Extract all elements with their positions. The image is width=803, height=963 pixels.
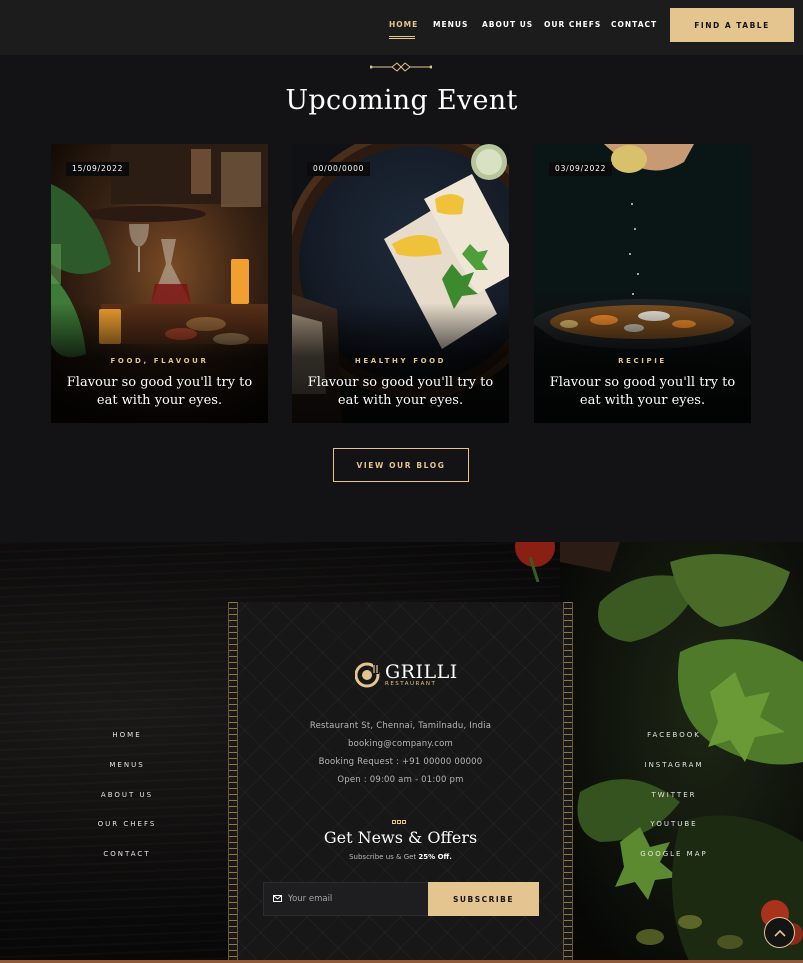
- event-date-badge: 00/00/0000: [307, 162, 371, 176]
- find-a-table-button[interactable]: FIND A TABLE: [670, 8, 794, 42]
- nav-our-chefs[interactable]: OUR CHEFS: [544, 20, 601, 29]
- view-our-blog-button[interactable]: VIEW OUR BLOG: [333, 448, 469, 482]
- subscribe-button[interactable]: SUBSCRIBE: [428, 882, 539, 916]
- footer-contact-panel: GRILLI RESTAURANT Restaurant St, Chennai…: [228, 602, 573, 963]
- brand-logo[interactable]: GRILLI RESTAURANT: [355, 660, 457, 690]
- footer-link-google-map[interactable]: GOOGLE MAP: [640, 850, 707, 858]
- mail-icon: [273, 895, 282, 902]
- footer-link-our-chefs[interactable]: OUR CHEFS: [98, 820, 157, 828]
- nav-menus[interactable]: MENUS: [433, 20, 468, 29]
- event-category: RECIPIE: [618, 357, 667, 365]
- newsletter-title: Get News & Offers: [323, 828, 478, 847]
- footer-link-home[interactable]: HOME: [112, 731, 141, 739]
- email-input[interactable]: [288, 884, 426, 914]
- event-card[interactable]: 03/09/2022 RECIPIE Flavour so good you'l…: [534, 144, 751, 423]
- footer-link-youtube[interactable]: YOUTUBE: [650, 820, 697, 828]
- site-footer: HOME MENUS ABOUT US OUR CHEFS CONTACT FA…: [0, 542, 803, 963]
- event-category: HEALTHY FOOD: [354, 357, 447, 365]
- nav-active-underline: [389, 36, 415, 39]
- upcoming-event-section: Upcoming Event 15/09/2022 FOOD, FLAVOUR …: [0, 55, 803, 542]
- nav-about-us[interactable]: ABOUT US: [482, 20, 533, 29]
- ornament-squares-icon: [392, 809, 407, 828]
- tomato-decor-icon: [515, 542, 555, 582]
- event-date-badge: 03/09/2022: [549, 162, 613, 176]
- ornament-separator-icon: [370, 62, 432, 72]
- event-title[interactable]: Flavour so good you'll try to eat with y…: [302, 374, 499, 410]
- booking-text: Booking Request : +91 00000 00000: [318, 757, 483, 767]
- event-category: FOOD, FLAVOUR: [110, 357, 209, 365]
- email-field-wrapper: [263, 882, 429, 916]
- back-to-top-button[interactable]: [764, 917, 795, 948]
- event-title[interactable]: Flavour so good you'll try to eat with y…: [61, 374, 258, 410]
- section-title: Upcoming Event: [285, 85, 518, 116]
- discount-highlight: 25% Off.: [418, 853, 452, 861]
- event-date-badge: 15/09/2022: [66, 162, 130, 176]
- nav-contact[interactable]: CONTACT: [611, 20, 657, 29]
- chevron-up-icon: [773, 929, 786, 937]
- grilli-logo-icon: [355, 662, 380, 688]
- footer-link-facebook[interactable]: FACEBOOK: [647, 731, 701, 739]
- email-link[interactable]: booking@company.com: [228, 739, 573, 749]
- footer-link-contact[interactable]: CONTACT: [103, 850, 150, 858]
- nav-home[interactable]: HOME: [389, 20, 418, 29]
- opening-hours-text: Open : 09:00 am - 01:00 pm: [337, 775, 464, 785]
- brand-name: GRILLI: [385, 661, 458, 683]
- brand-tagline: RESTAURANT: [385, 681, 437, 687]
- vegetables-background-icon: [560, 542, 803, 963]
- site-header: HOME MENUS ABOUT US OUR CHEFS CONTACT FI…: [0, 0, 803, 55]
- newsletter-subtitle: Subscribe us & Get 25% Off.: [349, 853, 452, 861]
- event-title[interactable]: Flavour so good you'll try to eat with y…: [544, 374, 741, 410]
- footer-link-instagram[interactable]: INSTAGRAM: [645, 761, 704, 769]
- event-card[interactable]: 15/09/2022 FOOD, FLAVOUR Flavour so good…: [51, 144, 268, 423]
- footer-link-about-us[interactable]: ABOUT US: [101, 791, 153, 799]
- footer-link-twitter[interactable]: TWITTER: [652, 791, 697, 799]
- event-card[interactable]: 00/00/0000 HEALTHY FOOD Flavour so good …: [292, 144, 509, 423]
- address-text: Restaurant St, Chennai, Tamilnadu, India: [309, 721, 492, 731]
- footer-link-menus[interactable]: MENUS: [109, 761, 144, 769]
